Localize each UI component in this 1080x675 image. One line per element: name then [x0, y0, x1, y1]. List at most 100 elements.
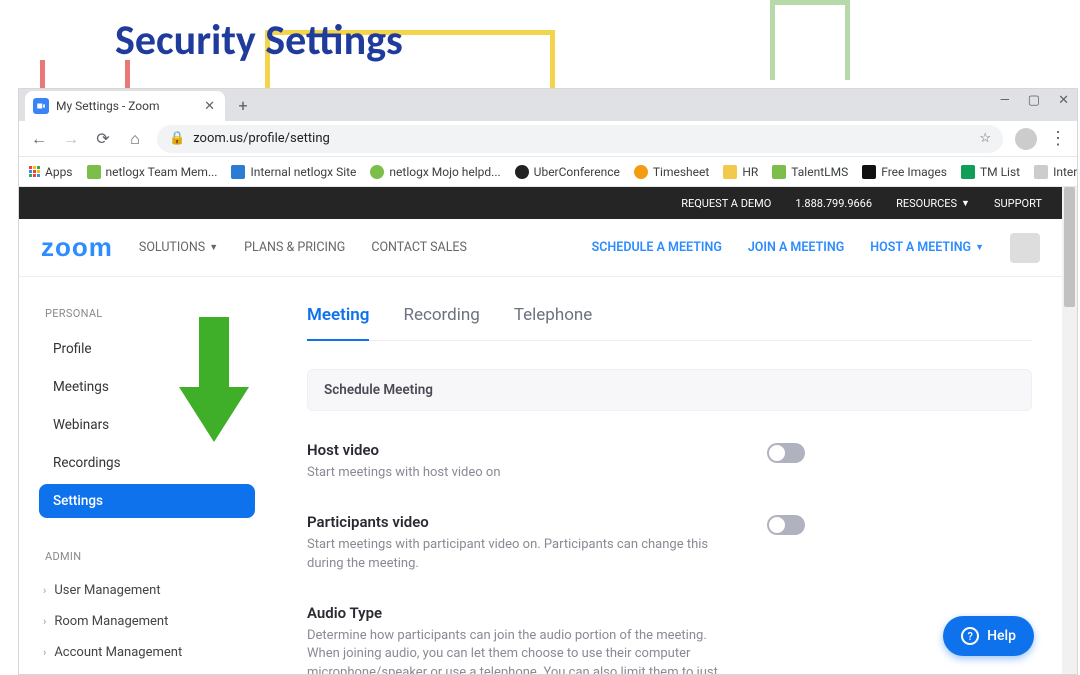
nav-solutions[interactable]: SOLUTIONS▼ — [139, 240, 218, 255]
bookmark-item[interactable]: netlogx Mojo helpd... — [370, 165, 500, 179]
bookmark-item[interactable]: HR — [723, 165, 758, 179]
bookmark-icon — [87, 165, 101, 179]
bookmark-item[interactable]: TalentLMS — [772, 165, 848, 179]
zoom-body: PERSONAL Profile Meetings Webinars Recor… — [19, 277, 1062, 674]
sidebar-section-admin: ADMIN — [45, 550, 255, 563]
bookmark-item[interactable]: Timesheet — [634, 165, 709, 179]
bookmark-icon — [634, 165, 648, 179]
new-tab-button[interactable]: + — [231, 93, 255, 117]
setting-audio-type: Audio Type Determine how participants ca… — [307, 596, 1032, 674]
bookmark-icon — [961, 165, 975, 179]
zoom-logo[interactable]: zoom — [41, 232, 113, 263]
setting-title: Host video — [307, 441, 737, 459]
close-window-icon[interactable]: ✕ — [1058, 93, 1069, 108]
bookmark-apps[interactable]: Apps — [29, 165, 73, 179]
section-schedule-meeting: Schedule Meeting — [307, 369, 1032, 411]
settings-tabs: Meeting Recording Telephone — [307, 299, 1032, 341]
tab-recording[interactable]: Recording — [403, 299, 479, 340]
url-field[interactable]: 🔒 zoom.us/profile/setting ☆ — [157, 125, 1003, 153]
profile-avatar[interactable] — [1015, 128, 1037, 150]
setting-title: Participants video — [307, 513, 737, 531]
nav-plans[interactable]: PLANS & PRICING — [244, 240, 345, 255]
minimize-icon[interactable]: — — [1000, 93, 1010, 108]
toggle-host-video[interactable] — [767, 443, 805, 463]
zoom-page: REQUEST A DEMO 1.888.799.9666 RESOURCES▼… — [19, 187, 1062, 674]
close-tab-icon[interactable]: ✕ — [204, 99, 215, 114]
bookmark-item[interactable]: Internal netlogx Site — [231, 165, 356, 179]
bookmark-item[interactable]: TM List — [961, 165, 1020, 179]
help-icon: ? — [961, 627, 979, 645]
setting-title: Audio Type — [307, 604, 737, 622]
apps-icon — [29, 166, 40, 177]
zoom-favicon — [33, 98, 49, 114]
chevron-right-icon: › — [43, 584, 46, 597]
decorative-shape — [770, 0, 850, 80]
bookmarks-bar: Apps netlogx Team Mem... Internal netlog… — [19, 157, 1077, 187]
support-link[interactable]: SUPPORT — [994, 197, 1042, 210]
user-avatar[interactable] — [1010, 233, 1040, 263]
sidebar-item-settings[interactable]: Settings — [39, 484, 255, 518]
url-text: zoom.us/profile/setting — [193, 131, 330, 146]
bookmark-icon — [862, 165, 876, 179]
toggle-participants-video[interactable] — [767, 515, 805, 535]
help-label: Help — [987, 628, 1016, 644]
nav-contact[interactable]: CONTACT SALES — [371, 240, 467, 255]
window-controls: — ▢ ✕ — [1000, 93, 1069, 108]
help-button[interactable]: ? Help — [943, 616, 1034, 656]
annotation-arrow-icon — [174, 317, 254, 447]
browser-tab[interactable]: My Settings - Zoom ✕ — [25, 91, 225, 121]
bookmark-icon — [515, 165, 529, 179]
page-viewport: REQUEST A DEMO 1.888.799.9666 RESOURCES▼… — [19, 187, 1077, 674]
zoom-utility-bar: REQUEST A DEMO 1.888.799.9666 RESOURCES▼… — [19, 187, 1062, 219]
setting-description: Determine how participants can join the … — [307, 627, 737, 674]
setting-host-video: Host video Start meetings with host vide… — [307, 433, 1032, 505]
browser-tab-bar: My Settings - Zoom ✕ + — ▢ ✕ — [19, 89, 1077, 121]
bookmark-item[interactable]: netlogx Team Mem... — [87, 165, 218, 179]
chevron-down-icon: ▼ — [975, 242, 984, 253]
nav-host-meeting[interactable]: HOST A MEETING▼ — [870, 240, 984, 255]
nav-schedule-meeting[interactable]: SCHEDULE A MEETING — [592, 240, 722, 255]
request-demo-link[interactable]: REQUEST A DEMO — [681, 197, 771, 210]
slide-title: Security Settings — [115, 15, 403, 66]
setting-description: Start meetings with participant video on… — [307, 536, 737, 574]
browser-menu-icon[interactable]: ⋮ — [1049, 128, 1067, 149]
tab-title: My Settings - Zoom — [56, 99, 160, 113]
star-icon[interactable]: ☆ — [979, 131, 991, 146]
maximize-icon[interactable]: ▢ — [1028, 93, 1040, 108]
bookmark-icon — [231, 165, 245, 179]
chevron-down-icon: ▼ — [209, 242, 218, 253]
setting-description: Start meetings with host video on — [307, 464, 737, 483]
bookmark-item[interactable]: Free Images — [862, 165, 947, 179]
phone-number[interactable]: 1.888.799.9666 — [795, 197, 872, 210]
bookmark-icon — [772, 165, 786, 179]
scrollbar[interactable] — [1062, 187, 1077, 674]
reload-button[interactable]: ⟳ — [93, 129, 113, 149]
bookmark-icon — [723, 165, 737, 179]
bookmark-icon — [1034, 165, 1048, 179]
settings-content: Meeting Recording Telephone Schedule Mee… — [267, 277, 1062, 674]
bookmark-item[interactable]: Intern — [1034, 165, 1077, 179]
tab-meeting[interactable]: Meeting — [307, 299, 369, 341]
sidebar-item-user-management[interactable]: ›User Management — [39, 575, 255, 606]
back-button[interactable]: ← — [29, 129, 49, 149]
bookmark-item[interactable]: UberConference — [515, 165, 620, 179]
bookmark-icon — [370, 165, 384, 179]
nav-join-meeting[interactable]: JOIN A MEETING — [748, 240, 844, 255]
sidebar-item-room-management[interactable]: ›Room Management — [39, 606, 255, 637]
chevron-down-icon: ▼ — [961, 198, 970, 209]
tab-telephone[interactable]: Telephone — [514, 299, 593, 340]
zoom-main-nav: zoom SOLUTIONS▼ PLANS & PRICING CONTACT … — [19, 219, 1062, 277]
sidebar-item-recordings[interactable]: Recordings — [39, 446, 255, 480]
chevron-right-icon: › — [43, 646, 46, 659]
chevron-right-icon: › — [43, 615, 46, 628]
resources-menu[interactable]: RESOURCES▼ — [896, 197, 970, 210]
scrollbar-thumb[interactable] — [1064, 187, 1075, 307]
home-button[interactable]: ⌂ — [125, 129, 145, 149]
address-bar: ← → ⟳ ⌂ 🔒 zoom.us/profile/setting ☆ ⋮ — [19, 121, 1077, 157]
sidebar-item-account-management[interactable]: ›Account Management — [39, 637, 255, 668]
forward-button[interactable]: → — [61, 129, 81, 149]
setting-participants-video: Participants video Start meetings with p… — [307, 505, 1032, 596]
lock-icon: 🔒 — [169, 131, 185, 146]
browser-window: My Settings - Zoom ✕ + — ▢ ✕ ← → ⟳ ⌂ 🔒 z… — [18, 88, 1078, 675]
sidebar: PERSONAL Profile Meetings Webinars Recor… — [19, 277, 267, 674]
